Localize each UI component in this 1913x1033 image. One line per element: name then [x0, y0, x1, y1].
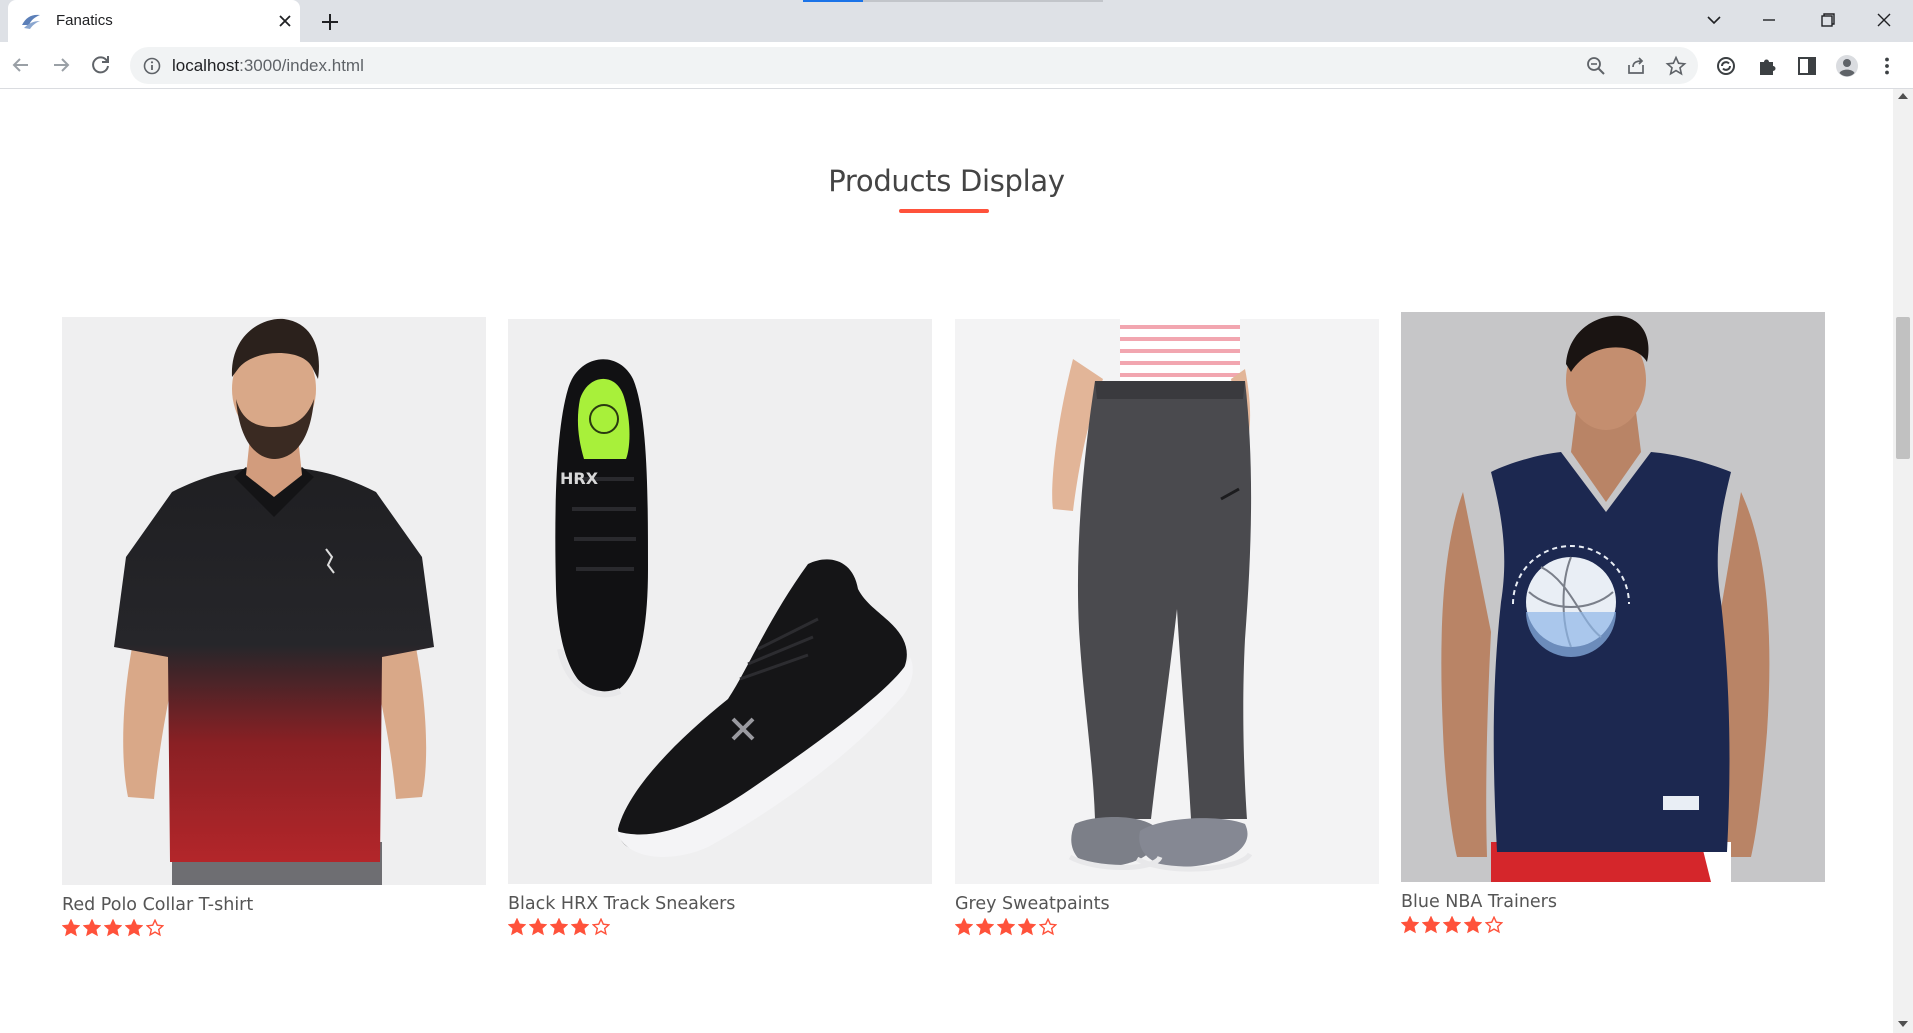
kebab-menu-icon[interactable]: [1875, 54, 1899, 78]
star-filled-icon: [529, 918, 547, 936]
arrow-right-icon[interactable]: [48, 52, 74, 78]
star-outline-icon: [1039, 918, 1057, 936]
address-bar[interactable]: localhost:3000/index.html: [130, 47, 1698, 84]
star-filled-icon: [1464, 916, 1482, 934]
info-icon[interactable]: [142, 56, 162, 76]
star-filled-icon: [997, 918, 1015, 936]
scroll-up-arrow-icon[interactable]: [1898, 93, 1908, 99]
product-card-grey-sweatpants[interactable]: Grey Sweatpaints: [955, 319, 1379, 940]
star-filled-icon: [955, 918, 973, 936]
window-close-icon[interactable]: [1870, 8, 1898, 32]
browser-toolbar: localhost:3000/index.html: [0, 42, 1913, 89]
product-name[interactable]: Black HRX Track Sneakers: [508, 894, 932, 914]
product-image[interactable]: [1401, 312, 1825, 882]
star-filled-icon: [508, 918, 526, 936]
scrollbar-thumb[interactable]: [1896, 317, 1910, 459]
url-text[interactable]: localhost:3000/index.html: [172, 56, 364, 76]
star-filled-icon: [1422, 916, 1440, 934]
tab-title: Fanatics: [56, 12, 113, 29]
star-filled-icon: [104, 919, 122, 937]
nba-jersey-model-image: [1401, 312, 1825, 882]
product-card-blue-nba-trainers[interactable]: Blue NBA Trainers: [1401, 312, 1825, 938]
url-path: :3000/index.html: [239, 56, 364, 75]
star-outline-icon: [592, 918, 610, 936]
product-image[interactable]: HRX: [508, 319, 932, 884]
product-name[interactable]: Grey Sweatpaints: [955, 894, 1379, 914]
star-filled-icon: [1018, 918, 1036, 936]
product-name[interactable]: Red Polo Collar T-shirt: [62, 895, 486, 915]
sync-icon[interactable]: [1714, 54, 1738, 78]
share-icon[interactable]: [1625, 55, 1647, 77]
section-title: Products Display: [828, 164, 1065, 198]
browser-tab-strip: Fanatics: [0, 0, 1913, 42]
star-filled-icon: [125, 919, 143, 937]
star-filled-icon: [1401, 916, 1419, 934]
svg-text:HRX: HRX: [560, 469, 599, 488]
star-filled-icon: [1443, 916, 1461, 934]
rating-stars: [508, 918, 932, 940]
browser-tab[interactable]: Fanatics: [8, 0, 300, 42]
zoom-out-icon[interactable]: [1585, 55, 1607, 77]
restore-icon[interactable]: [1813, 8, 1841, 32]
rating-stars: [62, 919, 486, 941]
star-filled-icon: [83, 919, 101, 937]
vertical-scrollbar[interactable]: [1893, 89, 1913, 1033]
product-image[interactable]: [955, 319, 1379, 884]
polo-shirt-model-image: [62, 317, 486, 885]
star-outline-icon: [1485, 916, 1503, 934]
scroll-down-arrow-icon[interactable]: [1898, 1021, 1908, 1027]
sneakers-image: HRX: [508, 319, 932, 884]
reload-icon[interactable]: [88, 52, 114, 78]
chevron-down-icon[interactable]: [1700, 8, 1728, 32]
url-host: localhost: [172, 56, 240, 75]
product-image[interactable]: [62, 317, 486, 885]
plus-icon[interactable]: [318, 10, 342, 34]
star-filled-icon: [550, 918, 568, 936]
fanatics-logo-icon: [22, 14, 40, 29]
title-underline: [899, 209, 989, 213]
sweatpants-model-image: [955, 319, 1379, 884]
minimize-icon[interactable]: [1755, 8, 1783, 32]
side-panel-icon[interactable]: [1795, 54, 1819, 78]
product-card-red-polo[interactable]: Red Polo Collar T-shirt: [62, 317, 486, 941]
tab-loading-indicator: [803, 0, 863, 2]
arrow-left-icon[interactable]: [8, 52, 34, 78]
product-card-hrx-sneakers[interactable]: HRX Black HRX Track Sneakers: [508, 319, 932, 940]
tab-divider: [863, 0, 1103, 2]
avatar-icon[interactable]: [1835, 54, 1859, 78]
close-icon[interactable]: [274, 10, 296, 32]
rating-stars: [1401, 916, 1825, 938]
star-filled-icon: [571, 918, 589, 936]
star-outline-icon: [146, 919, 164, 937]
page-viewport: Products Display Red Polo Collar T-shirt…: [0, 89, 1893, 1033]
star-filled-icon: [976, 918, 994, 936]
product-name[interactable]: Blue NBA Trainers: [1401, 892, 1825, 912]
rating-stars: [955, 918, 1379, 940]
puzzle-icon[interactable]: [1755, 54, 1779, 78]
star-filled-icon: [62, 919, 80, 937]
star-icon[interactable]: [1665, 55, 1687, 77]
